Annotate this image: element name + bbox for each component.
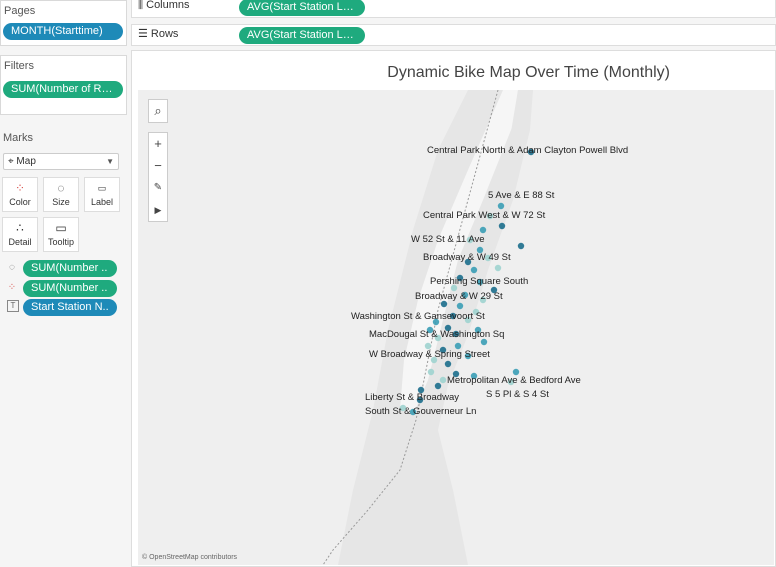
station-dot[interactable]: [517, 242, 525, 250]
station-dot[interactable]: [456, 302, 464, 310]
zoom-out-button[interactable]: −: [149, 155, 167, 177]
pages-title: Pages: [4, 5, 36, 17]
label-field-pill[interactable]: Start Station N..: [23, 299, 117, 316]
color-field-pill[interactable]: SUM(Number ..: [23, 280, 117, 297]
map-zoom-controls: + − ✎ ▶: [148, 132, 168, 222]
filters-pill[interactable]: SUM(Number of Rec..: [3, 81, 123, 98]
station-dot[interactable]: [427, 368, 435, 376]
station-label: South St & Gouverneur Ln: [365, 406, 476, 417]
mark-type-value: Map: [16, 156, 36, 167]
tooltip-button[interactable]: ▭ Tooltip: [43, 217, 79, 252]
detail-button[interactable]: ∴ Detail: [2, 217, 38, 252]
size-button[interactable]: ◌ Size: [43, 177, 79, 212]
tooltip-icon: ▭: [55, 221, 67, 235]
filters-title: Filters: [4, 60, 34, 72]
map-svg: Central Park North & Adam Clayton Powell…: [138, 90, 774, 565]
left-panel: Pages MONTH(Starttime) Filters SUM(Numbe…: [0, 0, 129, 567]
pin-map-icon[interactable]: ✎: [149, 177, 167, 199]
tooltip-label: Tooltip: [47, 237, 74, 247]
color-icon: ⁘: [14, 181, 26, 195]
station-dot[interactable]: [498, 222, 506, 230]
view-title: Dynamic Bike Map Over Time (Monthly): [387, 64, 670, 81]
station-label: MacDougal St & Washington Sq: [369, 329, 504, 340]
station-label: Central Park North & Adam Clayton Powell…: [427, 145, 628, 156]
size-field-icon: ◌: [9, 262, 15, 273]
mark-type-dropdown[interactable]: ⌖ Map ▼: [3, 153, 119, 170]
station-label: 5 Ave & E 88 St: [488, 190, 555, 201]
label-button[interactable]: ▭ Label: [84, 177, 120, 212]
station-dot[interactable]: [497, 202, 505, 210]
map-attribution: © OpenStreetMap contributors: [142, 554, 238, 561]
station-dot[interactable]: [494, 264, 502, 272]
detail-label: Detail: [8, 237, 32, 247]
map-search-button[interactable]: ⌕: [148, 99, 168, 123]
rows-label-text: Rows: [150, 28, 179, 40]
chevron-down-icon: ▼: [106, 157, 114, 166]
columns-shelf: ⫼ Columns AVG(Start Station Lon..: [131, 0, 776, 18]
view-panel: Dynamic Bike Map Over Time (Monthly) Cen…: [131, 50, 776, 567]
color-label: Color: [9, 197, 31, 207]
columns-label: ⫼ Columns: [138, 0, 190, 12]
zoom-in-button[interactable]: +: [149, 133, 167, 155]
play-button[interactable]: ▶: [149, 199, 167, 221]
color-field-icon: ⁘: [7, 282, 17, 293]
size-field-pill[interactable]: SUM(Number ..: [23, 260, 117, 277]
search-icon: ⌕: [154, 103, 162, 118]
label-icon: ▭: [97, 183, 107, 193]
marks-title: Marks: [3, 132, 33, 144]
station-label: Broadway & W 29 St: [415, 291, 503, 302]
color-button[interactable]: ⁘ Color: [2, 177, 38, 212]
filters-card: Filters SUM(Number of Rec..: [0, 55, 127, 115]
rows-icon: ☰: [138, 28, 151, 40]
station-label: Broadway & W 49 St: [423, 252, 511, 263]
label-label: Label: [90, 197, 114, 207]
pages-pill[interactable]: MONTH(Starttime): [3, 23, 123, 40]
station-dot[interactable]: [470, 266, 478, 274]
rows-pill[interactable]: AVG(Start Station Lati..: [239, 27, 365, 44]
station-label: Central Park West & W 72 St: [423, 210, 546, 221]
station-label: Liberty St & Broadway: [365, 392, 459, 403]
size-icon: ◌: [57, 181, 65, 195]
pages-card: Pages MONTH(Starttime): [0, 0, 127, 46]
station-label: S 5 Pl & S 4 St: [486, 389, 549, 400]
rows-shelf: ☰ Rows AVG(Start Station Lati..: [131, 24, 776, 46]
map-area[interactable]: Central Park North & Adam Clayton Powell…: [138, 90, 774, 565]
columns-label-text: Columns: [146, 0, 190, 11]
station-label: Washington St & Gansevoort St: [351, 311, 485, 322]
station-dot[interactable]: [439, 376, 447, 384]
station-dot[interactable]: [444, 360, 452, 368]
columns-icon: ⫼: [138, 0, 147, 11]
size-label: Size: [52, 197, 70, 207]
station-dot[interactable]: [434, 382, 442, 390]
station-label: W 52 St & 11 Ave: [411, 234, 485, 245]
detail-icon: ∴: [16, 221, 24, 235]
station-dot[interactable]: [479, 226, 487, 234]
columns-pill[interactable]: AVG(Start Station Lon..: [239, 0, 365, 16]
station-label: Pershing Square South: [430, 276, 528, 287]
label-field-icon: T: [7, 300, 19, 312]
station-label: W Broadway & Spring Street: [369, 349, 490, 360]
station-label: Metropolitan Ave & Bedford Ave: [447, 375, 581, 386]
rows-label: ☰ Rows: [138, 27, 178, 40]
